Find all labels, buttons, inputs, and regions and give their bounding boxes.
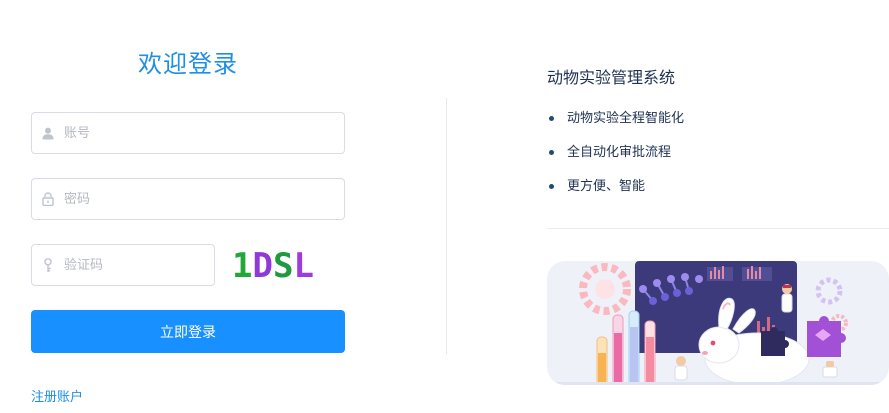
feature-item: 全自动化审批流程 [547,142,684,176]
feature-list: 动物实验全程智能化 全自动化审批流程 更方便、智能 [547,108,684,210]
password-field[interactable] [31,178,345,220]
captcha-image[interactable]: 1 D S L [232,244,336,288]
login-title: 欢迎登录 [138,50,238,78]
captcha-char: 1 [232,246,253,286]
lab-illustration-graphic [547,261,889,385]
captcha-field[interactable] [31,244,234,286]
system-title: 动物实验管理系统 [547,68,676,87]
account-input[interactable] [64,113,344,153]
login-button[interactable]: 立即登录 [31,310,345,353]
vertical-divider [446,98,447,354]
password-input[interactable] [64,179,344,219]
lock-icon [32,192,64,206]
user-icon [32,127,64,140]
key-icon [32,257,64,273]
captcha-input[interactable] [64,245,234,285]
feature-item: 动物实验全程智能化 [547,108,684,142]
register-link[interactable]: 注册账户 [31,386,83,405]
login-page: 欢迎登录 1 D S [0,0,889,413]
captcha-char: S [272,246,294,286]
account-field[interactable] [31,112,345,154]
captcha-char: L [293,246,314,286]
horizontal-divider [547,228,889,229]
lab-illustration [547,261,889,385]
feature-item: 更方便、智能 [547,176,684,210]
captcha-char: D [252,246,273,286]
